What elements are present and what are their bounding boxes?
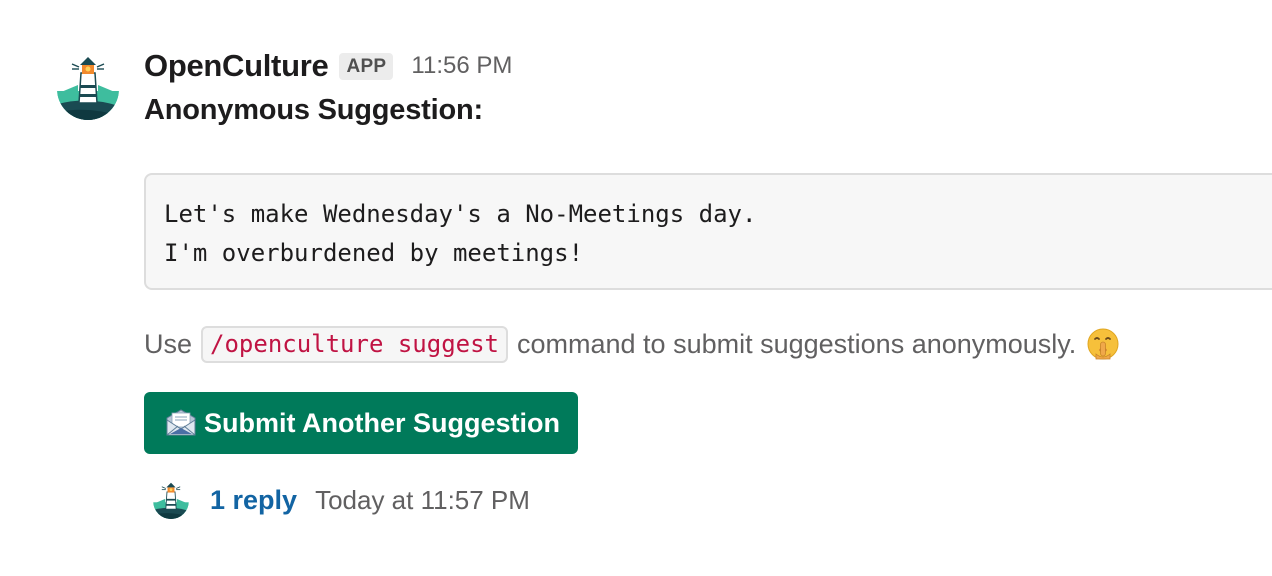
sender-name[interactable]: OpenCulture	[144, 48, 329, 84]
submit-another-suggestion-button[interactable]: Submit Another Suggestion	[144, 392, 578, 454]
message: OpenCulture APP 11:56 PM Anonymous Sugge…	[0, 0, 1272, 576]
reply-count-link[interactable]: 1 reply	[210, 485, 297, 516]
code-line: Let's make Wednesday's a No-Meetings day…	[164, 200, 757, 228]
lighthouse-logo-icon	[148, 477, 194, 523]
envelope-icon	[164, 408, 198, 438]
submit-button-label: Submit Another Suggestion	[204, 407, 560, 438]
code-line: I'm overburdened by meetings!	[164, 239, 584, 267]
lighthouse-logo-icon	[49, 48, 127, 126]
app-badge: APP	[339, 52, 394, 80]
message-content: OpenCulture APP 11:56 PM Anonymous Sugge…	[144, 44, 1272, 523]
reply-avatar	[148, 477, 194, 523]
message-header: OpenCulture APP 11:56 PM	[144, 44, 1272, 88]
hint-text: Use /openculture suggest command to subm…	[144, 322, 1120, 366]
message-title: Anonymous Suggestion:	[144, 94, 483, 126]
thread-summary[interactable]: 1 reply Today at 11:57 PM	[148, 474, 530, 526]
shushing-face-icon	[1086, 327, 1120, 361]
inline-command: /openculture suggest	[201, 325, 508, 363]
last-reply-time: Today at 11:57 PM	[315, 484, 530, 515]
hint-prefix: Use	[144, 328, 193, 359]
avatar[interactable]	[48, 47, 128, 127]
message-timestamp[interactable]: 11:56 PM	[411, 52, 512, 80]
code-block: Let's make Wednesday's a No-Meetings day…	[144, 173, 1272, 290]
hint-suffix: command to submit suggestions anonymousl…	[517, 328, 1077, 359]
